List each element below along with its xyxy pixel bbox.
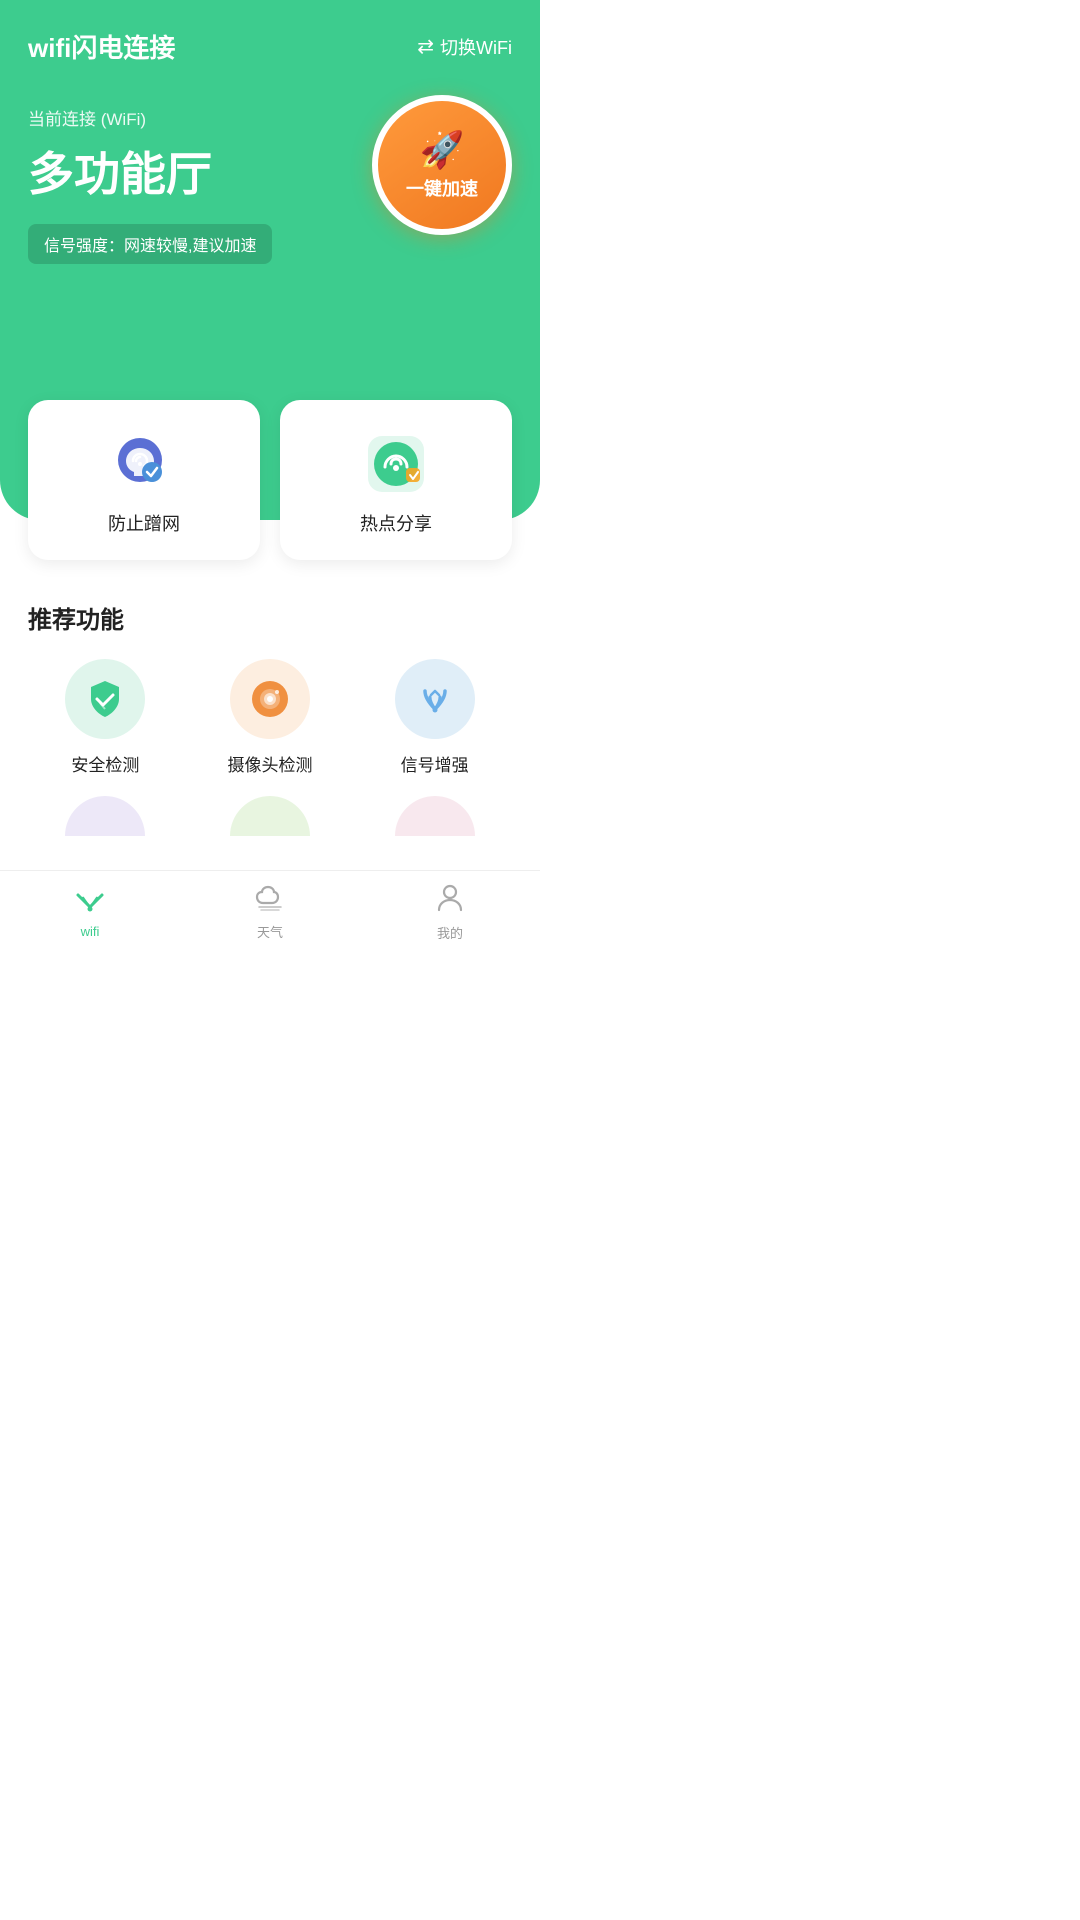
nav-item-wifi[interactable]: wifi — [0, 885, 180, 947]
boost-label: 一键加速 — [406, 175, 478, 201]
nav-item-mine[interactable]: 我的 — [360, 882, 540, 950]
signal-boost-icon-bg — [395, 659, 475, 739]
security-check-label: 安全检测 — [71, 751, 139, 776]
signal-boost-label: 信号增强 — [401, 751, 469, 776]
hotspot-share-icon — [364, 432, 428, 496]
recommend-grid: 安全检测 摄像头检测 — [28, 659, 512, 776]
nav-wifi-label: wifi — [81, 924, 100, 939]
nav-weather-label: 天气 — [257, 922, 283, 941]
recommended-title: 推荐功能 — [28, 600, 512, 635]
camera-check-icon-bg — [230, 659, 310, 739]
mine-nav-icon — [436, 882, 464, 919]
signal-badge: 信号强度：网速较慢,建议加速 — [28, 224, 272, 264]
security-check-item[interactable]: 安全检测 — [28, 659, 183, 776]
rocket-icon: 🚀 — [420, 129, 465, 171]
weather-nav-icon — [253, 883, 287, 918]
header: wifi闪电连接 ⇄ 切换WiFi — [0, 0, 540, 65]
signal-boost-item[interactable]: 信号增强 — [357, 659, 512, 776]
partial-item-1[interactable] — [28, 796, 183, 836]
bottom-nav: wifi 天气 我的 — [0, 870, 540, 960]
anti-freeload-icon — [112, 432, 176, 496]
app-title: wifi闪电连接 — [28, 28, 175, 65]
security-check-icon-bg — [65, 659, 145, 739]
switch-wifi-label: 切换WiFi — [440, 34, 512, 60]
switch-icon: ⇄ — [417, 34, 434, 59]
wifi-nav-icon — [74, 885, 106, 920]
camera-check-label: 摄像头检测 — [228, 751, 313, 776]
hotspot-share-label: 热点分享 — [360, 510, 432, 536]
recommended-section: 推荐功能 安全检测 — [0, 600, 540, 836]
anti-freeload-label: 防止蹭网 — [108, 510, 180, 536]
anti-freeload-card[interactable]: 防止蹭网 — [28, 400, 260, 560]
nav-item-weather[interactable]: 天气 — [180, 883, 360, 949]
connection-area: 当前连接 (WiFi) 多功能厅 信号强度：网速较慢,建议加速 🚀 一键加速 — [0, 65, 540, 264]
partial-item-3[interactable] — [357, 796, 512, 836]
nav-mine-label: 我的 — [437, 923, 463, 942]
partial-recommend-row — [28, 796, 512, 836]
switch-wifi-button[interactable]: ⇄ 切换WiFi — [417, 34, 512, 60]
partial-icon-bg-1 — [65, 796, 145, 836]
partial-item-2[interactable] — [193, 796, 348, 836]
hotspot-share-card[interactable]: 热点分享 — [280, 400, 512, 560]
partial-icon-bg-3 — [395, 796, 475, 836]
camera-check-item[interactable]: 摄像头检测 — [193, 659, 348, 776]
boost-button[interactable]: 🚀 一键加速 — [372, 95, 512, 235]
feature-cards-area: 防止蹭网 热点分享 — [0, 400, 540, 560]
partial-icon-bg-2 — [230, 796, 310, 836]
